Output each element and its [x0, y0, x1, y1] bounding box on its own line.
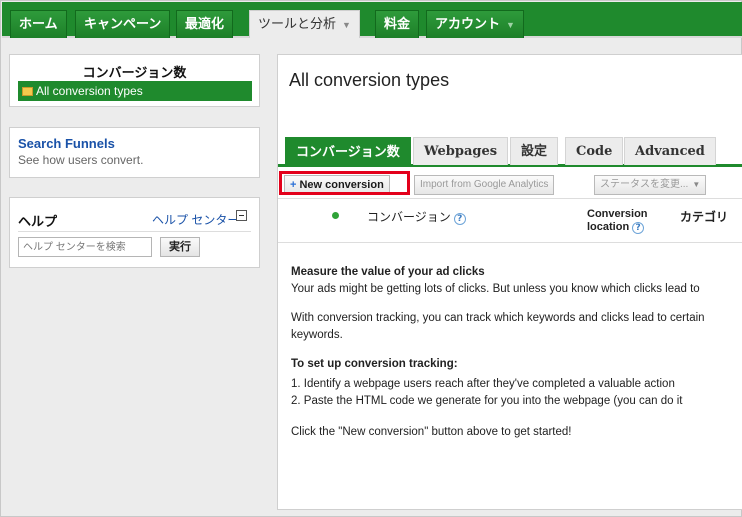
nav-tab-account[interactable]: アカウント ▼ [426, 10, 524, 38]
intro-text: Measure the value of your ad clicks Your… [291, 264, 742, 441]
chevron-down-icon: ▼ [506, 20, 515, 30]
main-tabs: コンバージョン数 Webpages 設定 Code Advanced [278, 135, 742, 167]
conversions-panel-title: コンバージョン数 [82, 65, 187, 80]
import-google-analytics-button[interactable]: Import from Google Analytics [414, 175, 555, 195]
tab-conversions[interactable]: コンバージョン数 [285, 137, 411, 165]
chevron-down-icon: ▼ [692, 180, 701, 189]
setup-step: 1. Identify a webpage users reach after … [291, 378, 675, 390]
folder-icon [22, 87, 33, 96]
nav-tab-home[interactable]: ホーム [10, 10, 67, 38]
column-conversion[interactable]: コンバージョン? [367, 208, 466, 225]
intro-heading: Measure the value of your ad clicks [291, 266, 485, 278]
get-started-text: Click the "New conversion" button above … [291, 426, 572, 438]
all-conversion-types-item[interactable]: All conversion types [18, 81, 252, 101]
main-content: All conversion types コンバージョン数 Webpages 設… [277, 54, 742, 510]
help-question-icon[interactable]: ? [453, 213, 466, 225]
divider [18, 231, 251, 232]
intro-line: Your ads might be getting lots of clicks… [291, 283, 700, 295]
app-frame: ホーム キャンペーン 最適化 ツールと分析 ▼ 料金 アカウント ▼ コンバージョン… [0, 0, 742, 517]
change-status-dropdown[interactable]: ステータスを変更... ▼ [594, 175, 707, 195]
nav-tab-optimize[interactable]: 最適化 [176, 10, 234, 38]
nav-tab-billing[interactable]: 料金 [375, 10, 420, 38]
tab-settings[interactable]: 設定 [510, 137, 559, 165]
setup-heading: To set up conversion tracking: [291, 358, 458, 370]
highlight-box [279, 171, 410, 195]
column-category[interactable]: カテゴリ [680, 208, 728, 225]
tab-webpages[interactable]: Webpages [413, 137, 509, 165]
setup-step: 2. Paste the HTML code we generate for y… [291, 395, 683, 407]
help-search-button[interactable]: 実行 [160, 237, 200, 257]
help-question-icon[interactable]: ? [632, 222, 645, 234]
intro-line: With conversion tracking, you can track … [291, 312, 705, 324]
top-nav: ホーム キャンペーン 最適化 ツールと分析 ▼ 料金 アカウント ▼ [2, 2, 742, 38]
status-dot-icon [332, 212, 339, 219]
help-panel: ヘルプ ヘルプ センター 実行 [9, 197, 260, 268]
tab-advanced[interactable]: Advanced [624, 137, 716, 165]
page-title: All conversion types [289, 70, 450, 90]
intro-line: keywords. [291, 329, 343, 341]
search-funnels-panel: Search Funnels See how users convert. [9, 127, 260, 178]
help-center-link[interactable]: ヘルプ センター [152, 211, 239, 228]
nav-tab-campaigns[interactable]: キャンペーン [75, 10, 171, 38]
tab-code[interactable]: Code [565, 137, 624, 165]
help-search-input[interactable] [18, 237, 152, 257]
minimize-icon[interactable] [236, 210, 247, 221]
search-funnels-subtitle: See how users convert. [18, 153, 144, 167]
conversions-panel: コンバージョン数 All conversion types [9, 54, 260, 107]
column-conversion-location[interactable]: Conversion location? [587, 208, 648, 234]
chevron-down-icon: ▼ [342, 20, 351, 30]
nav-tab-tools-analysis[interactable]: ツールと分析 ▼ [249, 10, 360, 38]
search-funnels-link[interactable]: Search Funnels [18, 136, 115, 151]
table-header: コンバージョン? Conversion location? カテゴリ [278, 200, 742, 243]
help-title: ヘルプ [18, 214, 58, 229]
